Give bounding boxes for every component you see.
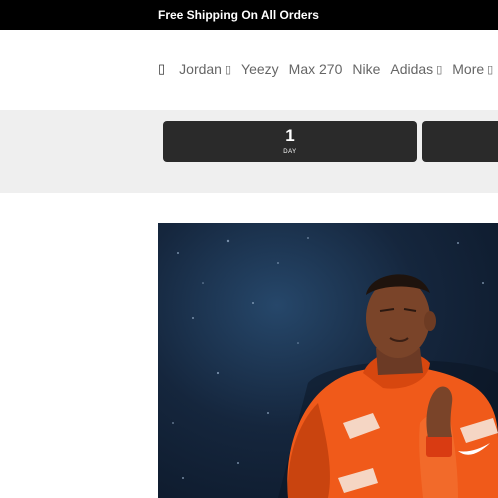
nav-item-label: Jordan: [179, 61, 222, 77]
nav-item-yeezy[interactable]: Yeezy: [241, 61, 279, 77]
main-nav: ▯ Jordan ▯ Yeezy Max 270 Nike Adidas ▯ M…: [0, 30, 498, 111]
nav-menu: ▯ Jordan ▯ Yeezy Max 270 Nike Adidas ▯ M…: [158, 61, 498, 77]
nav-item-label: More: [452, 61, 485, 77]
nav-item-label: Yeezy: [241, 61, 279, 77]
menu-icon[interactable]: ▯: [158, 61, 165, 77]
nav-item-label: Adidas: [390, 61, 434, 77]
announcement-bar: Free Shipping On All Orders: [0, 0, 498, 30]
hero-image: [158, 223, 498, 498]
nav-item-label: Nike: [352, 61, 381, 77]
countdown-days-label: DAY: [283, 149, 297, 155]
countdown-hours: [422, 121, 498, 162]
nav-item-adidas[interactable]: Adidas ▯: [390, 61, 442, 77]
nav-item-label: Max 270: [288, 61, 343, 77]
countdown-band: 1 DAY: [0, 110, 498, 193]
nav-item-more[interactable]: More ▯: [452, 61, 493, 77]
announcement-text: Free Shipping On All Orders: [158, 8, 319, 22]
nav-item-nike[interactable]: Nike: [352, 61, 380, 77]
nav-item-jordan[interactable]: Jordan ▯: [179, 61, 231, 77]
chevron-down-icon: ▯: [487, 63, 494, 76]
countdown-days: 1 DAY: [163, 121, 417, 162]
chevron-down-icon: ▯: [436, 63, 443, 76]
athlete-illustration: [172, 237, 498, 498]
nav-item-max-270[interactable]: Max 270: [289, 61, 343, 77]
chevron-down-icon: ▯: [224, 63, 232, 76]
countdown-days-value: 1: [285, 126, 295, 145]
